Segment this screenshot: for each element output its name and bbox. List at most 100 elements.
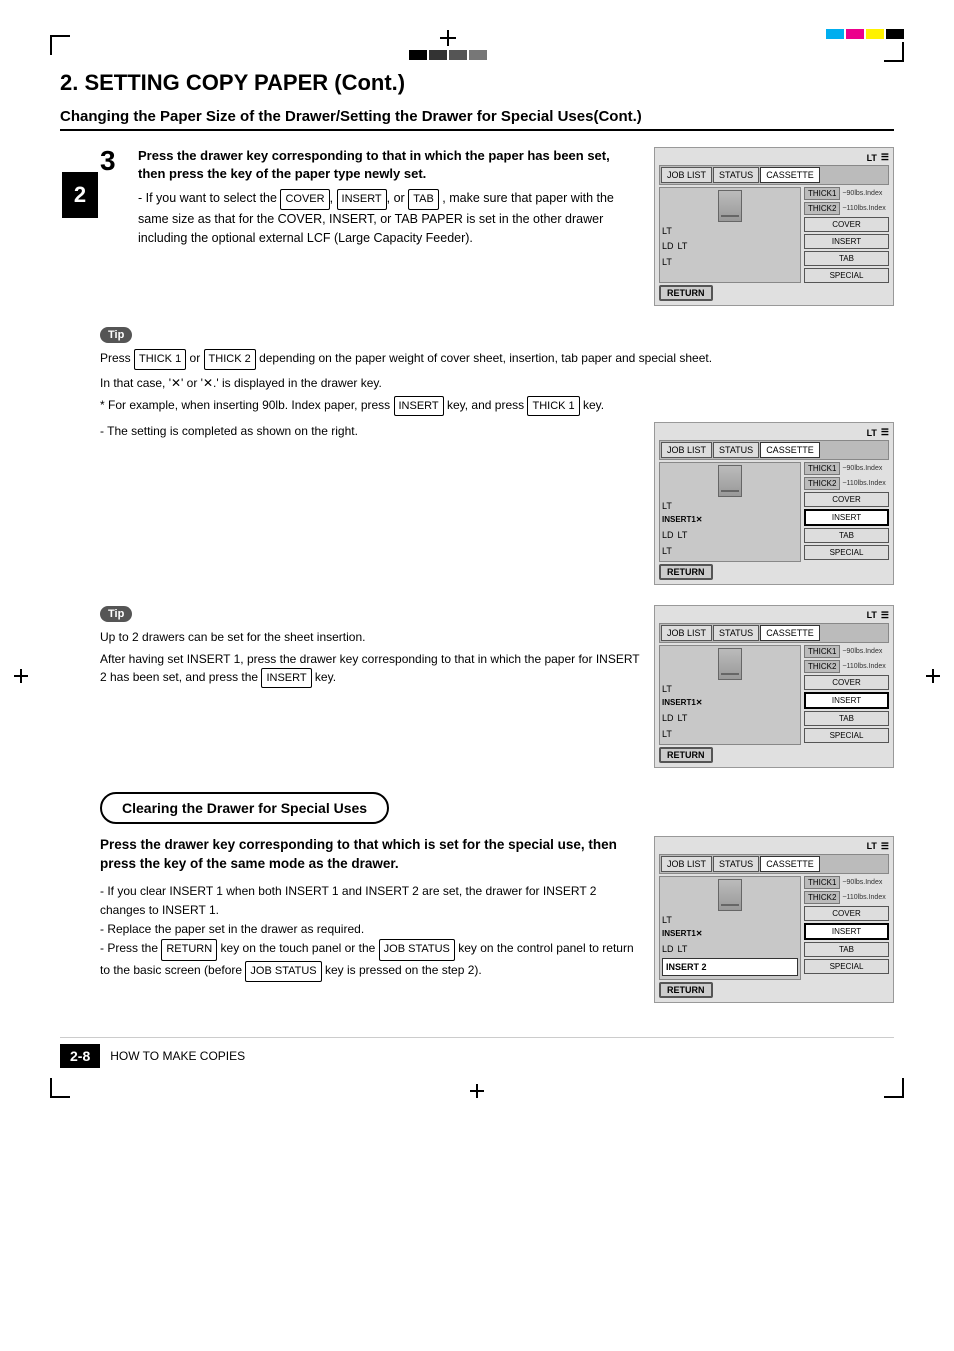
panel1-lt: LT — [867, 153, 877, 163]
panel2-top-row: JOB LIST STATUS CASSETTE — [659, 440, 889, 460]
status-btn3[interactable]: STATUS — [713, 625, 759, 641]
cover-side-btn3[interactable]: COVER — [804, 675, 889, 690]
thick2-btn4[interactable]: THICK2 — [804, 891, 840, 904]
panel2: LT ☰ JOB LIST STATUS CASSETTE — [654, 422, 894, 589]
return-label1[interactable]: RETURN — [659, 285, 713, 301]
lt-label1c: LT — [662, 255, 672, 269]
tab-side-btn2[interactable]: TAB — [804, 528, 889, 543]
drawer-labels4: LT INSERT1✕ LD LT — [662, 913, 798, 976]
top-marks — [50, 30, 904, 60]
return-label3[interactable]: RETURN — [659, 747, 713, 763]
thick2-btn1[interactable]: THICK2 — [804, 202, 840, 215]
job-list-btn3[interactable]: JOB LIST — [661, 625, 712, 641]
cover-side-btn1[interactable]: COVER — [804, 217, 889, 232]
thick2-btn3[interactable]: THICK2 — [804, 660, 840, 673]
thick1-desc1: ~90lbs.Index — [842, 190, 882, 197]
thick1-row1: THICK1 ~90lbs.Index — [804, 187, 889, 200]
special-side-btn3[interactable]: SPECIAL — [804, 728, 889, 743]
clearing-left: Press the drawer key corresponding to th… — [100, 836, 640, 1007]
job-list-btn1[interactable]: JOB LIST — [661, 167, 712, 183]
thick2-btn2[interactable]: THICK2 — [804, 477, 840, 490]
drawer-row1: LT — [662, 224, 798, 238]
special-side-btn1[interactable]: SPECIAL — [804, 268, 889, 283]
job-list-btn2[interactable]: JOB LIST — [661, 442, 712, 458]
clearing-item3: - Press the RETURN key on the touch pane… — [100, 939, 640, 982]
return-label2[interactable]: RETURN — [659, 564, 713, 580]
tip1-line4: - The setting is completed as shown on t… — [100, 422, 640, 440]
special-side-btn4[interactable]: SPECIAL — [804, 959, 889, 974]
step3-number: 3 — [100, 147, 128, 247]
content-area: 3 Press the drawer key corresponding to … — [100, 147, 894, 1007]
left-side-mark — [14, 669, 28, 683]
cyan-bar — [826, 29, 844, 39]
insert-side-btn1[interactable]: INSERT — [804, 234, 889, 249]
thick2-row1: THICK2 ~110lbs.Index — [804, 202, 889, 215]
p2-drawer-row1: LT — [662, 499, 798, 513]
thick1-btn3[interactable]: THICK1 — [804, 645, 840, 658]
page-number: 2-8 — [60, 1044, 100, 1068]
p2-drawer-row3: LD LT — [662, 528, 798, 542]
return-btn3[interactable]: RETURN — [659, 745, 889, 763]
p2-lt1: LT — [662, 499, 672, 513]
bottom-crosshair — [470, 1084, 484, 1098]
tab-side-btn3[interactable]: TAB — [804, 711, 889, 726]
cover-side-btn4[interactable]: COVER — [804, 906, 889, 921]
tab-side-btn4[interactable]: TAB — [804, 942, 889, 957]
panel2-header: LT ☰ — [659, 427, 889, 438]
panel4-header: LT ☰ — [659, 841, 889, 852]
return-btn1[interactable]: RETURN — [659, 283, 889, 301]
return-label4[interactable]: RETURN — [659, 982, 713, 998]
panel4: LT ☰ JOB LIST STATUS CASSETTE — [654, 836, 894, 1007]
insert-side-btn3[interactable]: INSERT — [804, 692, 889, 709]
panel2-lt: LT — [867, 428, 877, 438]
thick1-btn1[interactable]: THICK1 — [804, 187, 840, 200]
special-btns4: COVER INSERT TAB SPECIAL — [804, 906, 889, 974]
step3-text: Press the drawer key corresponding to th… — [138, 147, 640, 247]
status-btn4[interactable]: STATUS — [713, 856, 759, 872]
return-btn2[interactable]: RETURN — [659, 562, 889, 580]
cassette-btn2[interactable]: CASSETTE — [760, 442, 820, 458]
return-btn4[interactable]: RETURN — [659, 980, 889, 998]
p2-insert1: INSERT1✕ — [662, 514, 703, 527]
copier-img2 — [662, 465, 798, 497]
insert-side-btn2[interactable]: INSERT — [804, 509, 889, 526]
panel3-header: LT ☰ — [659, 610, 889, 621]
clearing-item2: - Replace the paper set in the drawer as… — [100, 920, 640, 939]
right-side-mark — [926, 669, 940, 683]
panel3-top-row: JOB LIST STATUS CASSETTE — [659, 623, 889, 643]
thick1-row4: THICK1 ~90lbs.Index — [804, 876, 889, 889]
tip2-line1: Up to 2 drawers can be set for the sheet… — [100, 628, 640, 646]
tip2-section: Tip Up to 2 drawers can be set for the s… — [100, 605, 894, 772]
p4-insert1: INSERT1✕ — [662, 928, 703, 941]
p2-lt2: LT — [678, 528, 688, 542]
tab-side-btn1[interactable]: TAB — [804, 251, 889, 266]
special-side-btn2[interactable]: SPECIAL — [804, 545, 889, 560]
panel2-container: LT ☰ JOB LIST STATUS CASSETTE — [654, 422, 894, 585]
section-title: 2. SETTING COPY PAPER (Cont.) — [60, 70, 894, 96]
main-layout: 2 3 Press the drawer key corresponding t… — [60, 147, 894, 1007]
thick1-btn2[interactable]: THICK1 — [804, 462, 840, 475]
insert-side-btn4[interactable]: INSERT — [804, 923, 889, 940]
panel1-drawers: LT LD LT LT — [659, 187, 801, 283]
step3-inner: 3 Press the drawer key corresponding to … — [100, 147, 640, 247]
yellow-bar — [866, 29, 884, 39]
black-bar2 — [886, 29, 904, 39]
status-btn2[interactable]: STATUS — [713, 442, 759, 458]
job-list-btn4[interactable]: JOB LIST — [661, 856, 712, 872]
cover-side-btn2[interactable]: COVER — [804, 492, 889, 507]
color-bars — [409, 50, 487, 60]
status-btn1[interactable]: STATUS — [713, 167, 759, 183]
p4-ld: LD — [662, 942, 674, 956]
cassette-btn4[interactable]: CASSETTE — [760, 856, 820, 872]
p3-ld: LD — [662, 711, 674, 725]
cassette-btn1[interactable]: CASSETTE — [760, 167, 820, 183]
copier-img1 — [662, 190, 798, 222]
page-wrapper: 2. SETTING COPY PAPER (Cont.) Changing t… — [0, 0, 954, 1351]
drawer-labels3: LT INSERT1✕ LD LT — [662, 682, 798, 741]
panel4-top-row: JOB LIST STATUS CASSETTE — [659, 854, 889, 874]
thick1-btn4[interactable]: THICK1 — [804, 876, 840, 889]
thick2-inline: THICK 2 — [204, 349, 256, 370]
p3-drawer-row4: LT — [662, 727, 798, 741]
black-bar — [409, 50, 427, 60]
cassette-btn3[interactable]: CASSETTE — [760, 625, 820, 641]
